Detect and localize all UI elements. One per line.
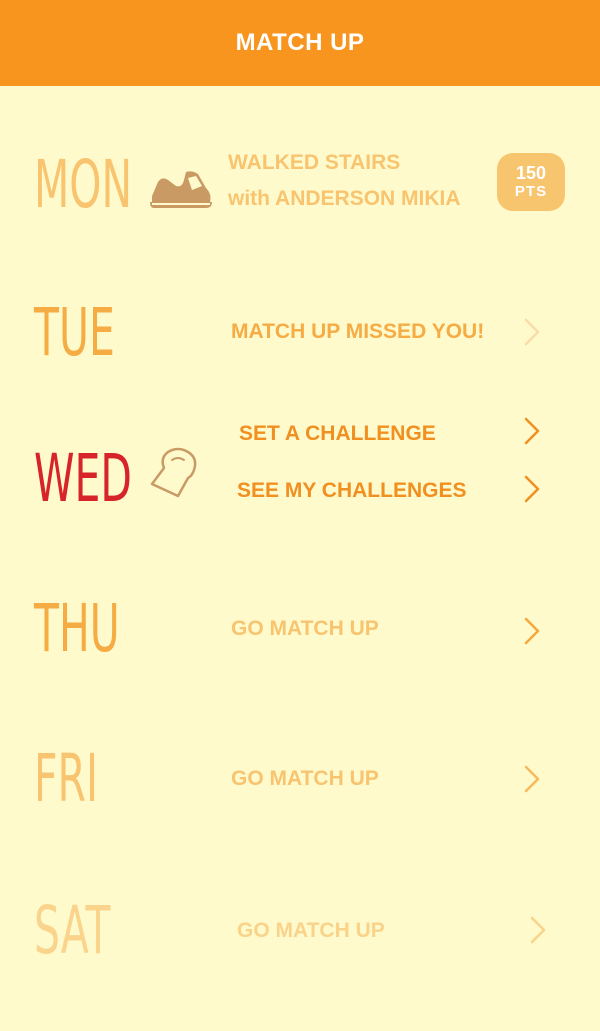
chevron-right-icon[interactable]	[518, 471, 546, 507]
missed-message[interactable]: MATCH UP MISSED YOU!	[231, 319, 484, 345]
chevron-right-icon[interactable]	[518, 761, 546, 797]
page-title: MATCH UP	[235, 29, 365, 56]
go-match-up-link-thu[interactable]: GO MATCH UP	[231, 616, 379, 642]
chevron-right-icon[interactable]	[524, 912, 552, 948]
points-badge: 150 PTS	[497, 153, 565, 211]
day-label-fri: FRI	[34, 740, 99, 817]
day-label-sat: SAT	[34, 892, 111, 969]
chevron-right-icon[interactable]	[518, 413, 546, 449]
set-challenge-link[interactable]: SET A CHALLENGE	[239, 421, 436, 447]
activity-partner: with ANDERSON MIKIA	[228, 187, 461, 210]
sneaker-icon	[150, 171, 212, 208]
day-label-wed: WED	[34, 440, 132, 517]
activity-title: WALKED STAIRS	[228, 151, 401, 174]
go-match-up-link-sat[interactable]: GO MATCH UP	[237, 918, 385, 944]
see-challenges-link[interactable]: SEE MY CHALLENGES	[237, 478, 466, 504]
points-value: 150	[515, 163, 547, 183]
go-match-up-link-fri[interactable]: GO MATCH UP	[231, 766, 379, 792]
chevron-right-icon[interactable]	[518, 314, 546, 350]
day-label-mon: MON	[34, 146, 133, 223]
day-label-tue: TUE	[34, 294, 115, 371]
app-header: MATCH UP	[0, 0, 600, 86]
points-unit: PTS	[514, 183, 548, 200]
toast-icon	[150, 447, 197, 498]
day-label-thu: THU	[34, 590, 120, 667]
chevron-right-icon[interactable]	[518, 613, 546, 649]
